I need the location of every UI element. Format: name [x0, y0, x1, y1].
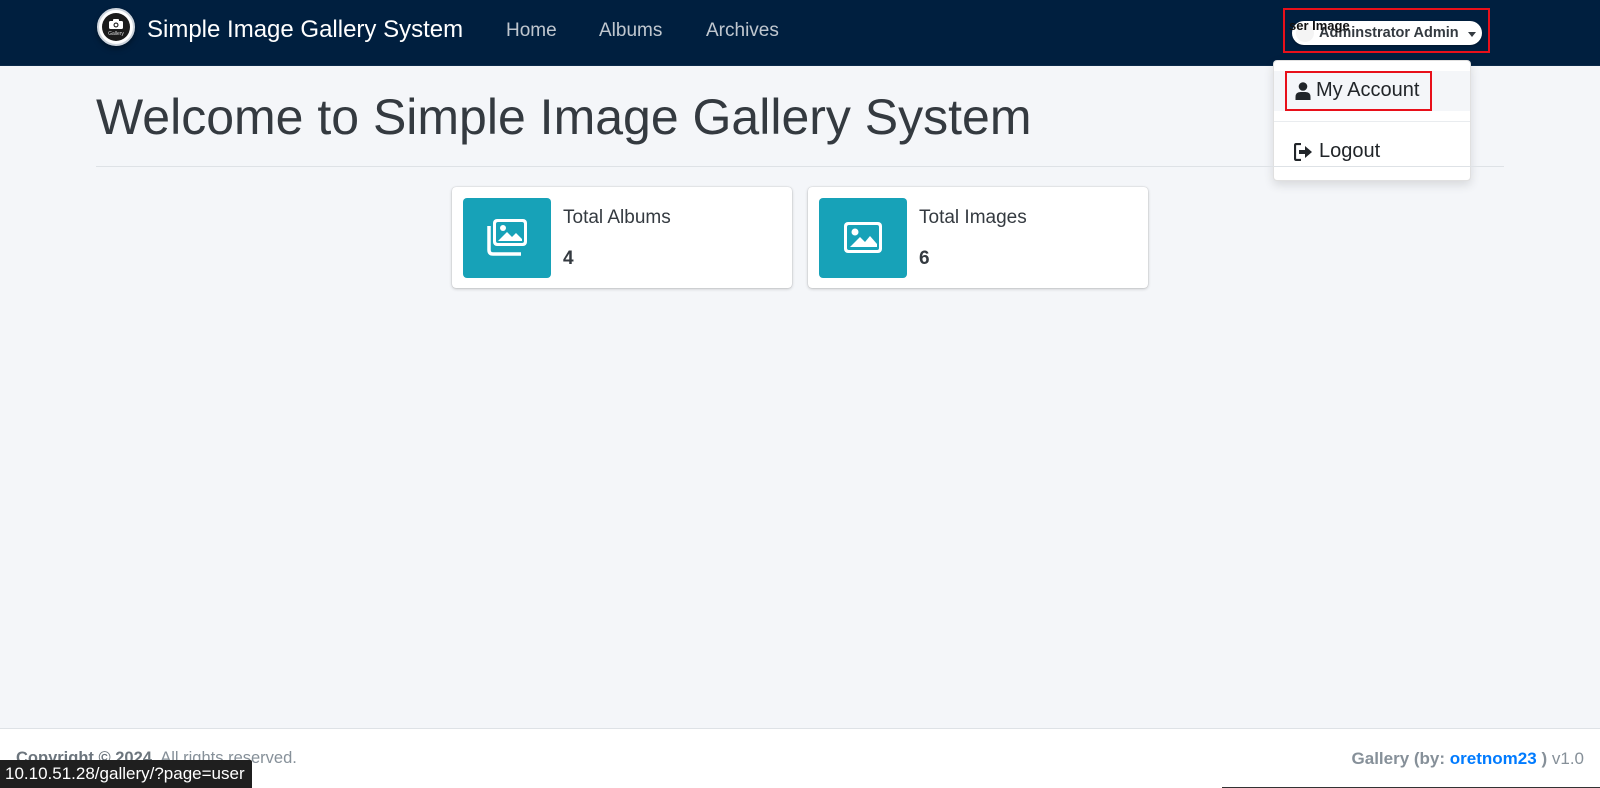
total-images-label: Total Images: [919, 207, 1027, 228]
author-link[interactable]: oretnom23: [1450, 749, 1537, 768]
logout-icon: [1294, 143, 1312, 161]
total-images-value: 6: [919, 248, 930, 269]
dropdown-divider: [1274, 121, 1470, 122]
my-account-highlight: [1285, 71, 1432, 111]
nav-albums-link[interactable]: Albums: [599, 20, 662, 42]
total-albums-value: 4: [563, 248, 574, 269]
top-navbar: Gallery Simple Image Gallery System Home…: [0, 0, 1600, 66]
brand-logo[interactable]: Gallery: [97, 8, 135, 46]
logout-label: Logout: [1319, 140, 1381, 162]
browser-status-bar: 10.10.51.28/gallery/?page=user: [0, 760, 252, 788]
total-albums-box: Total Albums 4: [452, 187, 792, 288]
user-image-alt-text: ser Image: [1289, 18, 1350, 33]
brand-name[interactable]: Simple Image Gallery System: [147, 16, 463, 44]
camera-icon: Gallery: [102, 13, 130, 41]
nav-archives-link[interactable]: Archives: [706, 20, 779, 42]
footer-credit: Gallery (by: oretnom23 ) v1.0: [1352, 749, 1584, 769]
total-albums-label: Total Albums: [563, 207, 671, 228]
user-dropdown-menu: My Account Logout: [1273, 60, 1471, 181]
images-icon: [463, 198, 551, 278]
version-label: v1.0: [1551, 749, 1584, 768]
page-title: Welcome to Simple Image Gallery System: [96, 89, 1032, 145]
credit-prefix: Gallery (by:: [1351, 749, 1446, 768]
credit-suffix: ): [1541, 749, 1548, 768]
logo-text: Gallery: [108, 31, 124, 37]
total-images-box: Total Images 6: [808, 187, 1148, 288]
my-account-menu-item[interactable]: My Account: [1274, 71, 1470, 111]
image-icon: [819, 198, 907, 278]
title-divider: [96, 166, 1504, 167]
logout-menu-item[interactable]: Logout: [1274, 133, 1470, 173]
nav-home-link[interactable]: Home: [506, 20, 557, 42]
